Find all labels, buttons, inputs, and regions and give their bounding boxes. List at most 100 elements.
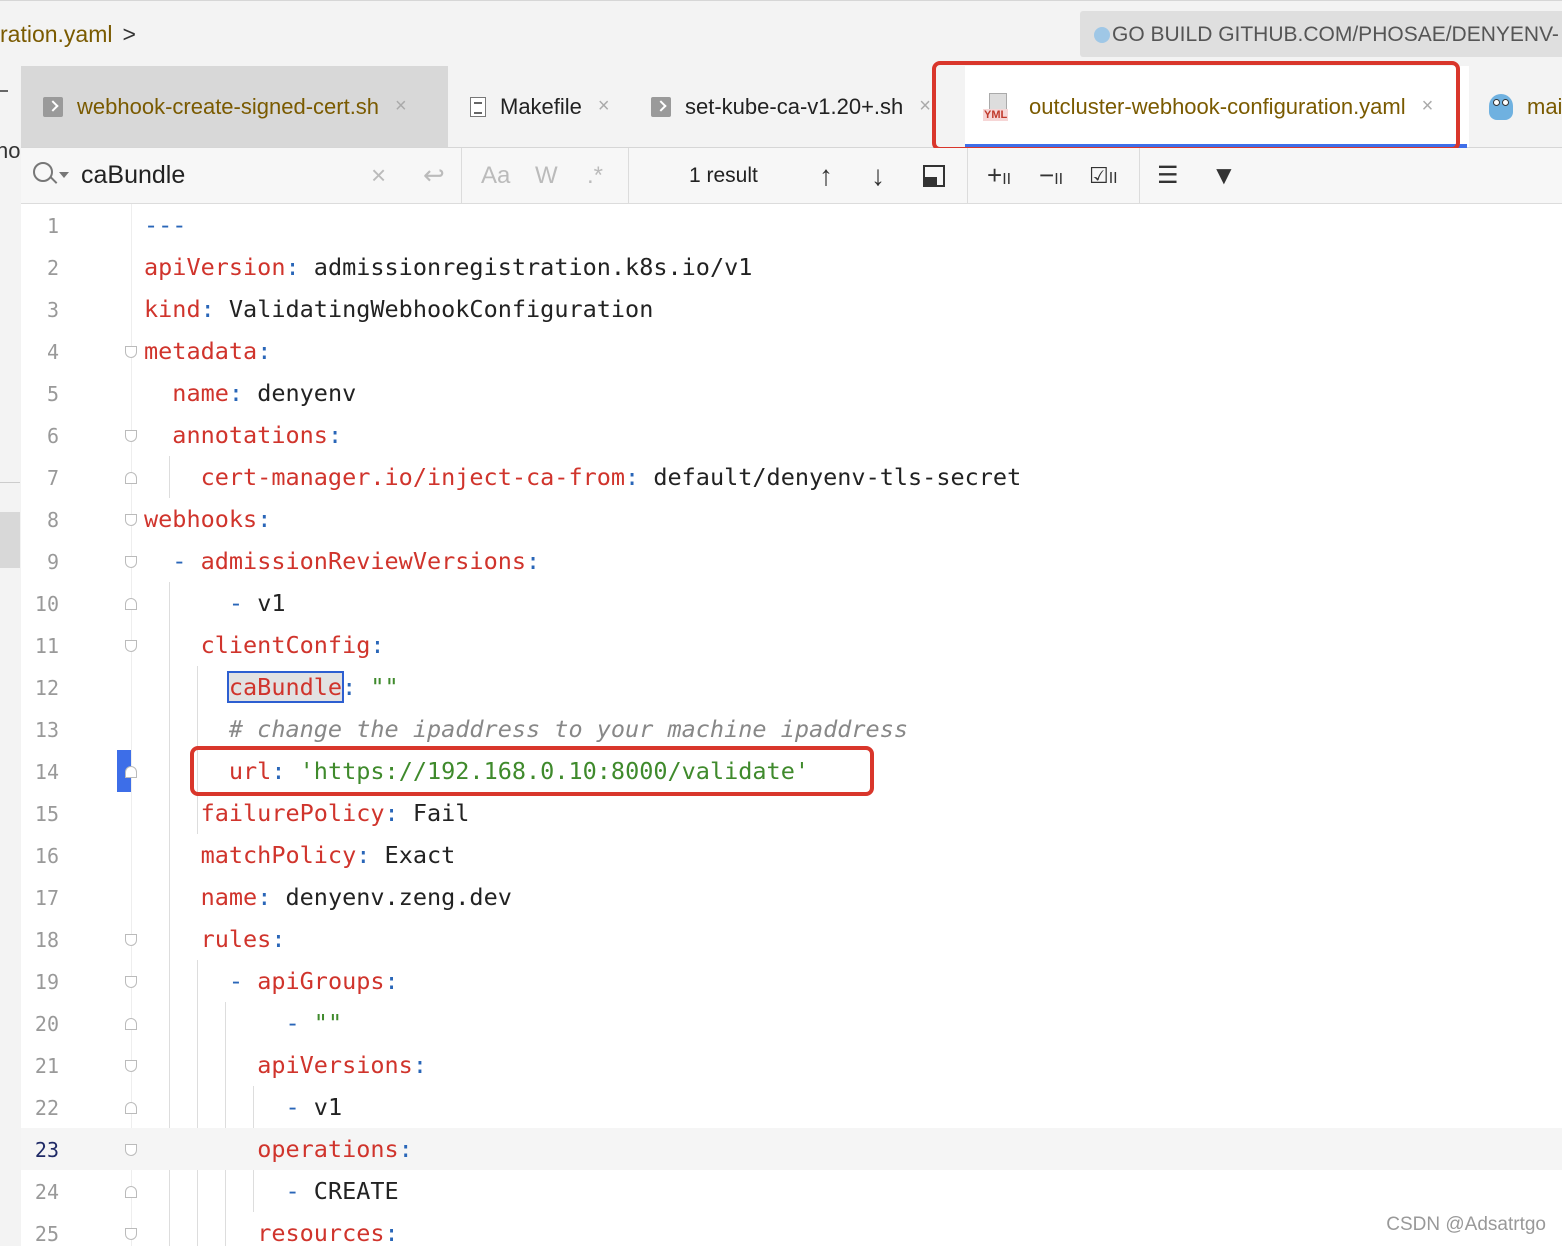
- regex-toggle[interactable]: .*: [587, 162, 603, 190]
- filter-selection-icon[interactable]: [923, 164, 945, 187]
- fold-end-icon[interactable]: [125, 598, 137, 610]
- tab-webhook-create-signed-cert[interactable]: webhook-create-signed-cert.sh ×: [21, 66, 448, 147]
- fold-icon[interactable]: [125, 1060, 137, 1072]
- line-number: 25: [34, 1222, 59, 1246]
- fold-icon[interactable]: [125, 514, 137, 526]
- line-number: 6: [46, 424, 59, 448]
- fold-end-icon[interactable]: [125, 1018, 137, 1030]
- remove-occurrence-icon[interactable]: −II: [1039, 160, 1063, 191]
- line-number: 16: [34, 844, 59, 868]
- match-case-toggle[interactable]: Aa: [481, 162, 510, 190]
- navigation-bar: ration.yaml > GO BUILD GITHUB.COM/PHOSAE/…: [0, 0, 1562, 66]
- previous-occurrence-icon[interactable]: ↑: [819, 160, 833, 192]
- code-editor[interactable]: 1 --- 2 apiVersion: admissionregistratio…: [21, 204, 1562, 1247]
- line-number: 2: [46, 256, 59, 280]
- tab-label: mai: [1527, 93, 1562, 119]
- fold-icon[interactable]: [125, 640, 137, 652]
- close-icon[interactable]: ×: [395, 95, 407, 118]
- annotation-box-url-line: [190, 746, 874, 796]
- tab-makefile[interactable]: Makefile ×: [448, 66, 625, 147]
- code-line: 8 webhooks:: [21, 498, 1562, 540]
- line-number: 15: [34, 802, 59, 826]
- search-input[interactable]: [81, 158, 371, 192]
- code-line: 4 metadata:: [21, 330, 1562, 372]
- fold-icon[interactable]: [125, 346, 137, 358]
- line-number: 13: [34, 718, 59, 742]
- add-occurrence-icon[interactable]: +II: [987, 160, 1011, 191]
- close-icon[interactable]: ×: [919, 95, 931, 118]
- clear-search-icon[interactable]: ×: [371, 160, 386, 191]
- line-number: 9: [46, 550, 59, 574]
- close-icon[interactable]: ×: [598, 95, 610, 118]
- line-number: 1: [46, 214, 59, 238]
- breadcrumb[interactable]: ration.yaml >: [0, 21, 136, 48]
- code-line: 5 name: denyenv: [21, 372, 1562, 414]
- run-configuration-label: GO BUILD GITHUB.COM/PHOSAE/DENYENV-: [1112, 23, 1559, 46]
- code-line: 13 # change the ipaddress to your machin…: [21, 708, 1562, 750]
- whole-words-toggle[interactable]: W: [535, 162, 558, 190]
- code-line: 10 - v1: [21, 582, 1562, 624]
- code-line: 17 name: denyenv.zeng.dev: [21, 876, 1562, 918]
- code-line: 24 - CREATE: [21, 1170, 1562, 1212]
- makefile-icon: [470, 96, 486, 117]
- fold-end-icon[interactable]: [125, 1102, 137, 1114]
- line-number: 22: [34, 1096, 59, 1120]
- fold-end-icon[interactable]: [125, 472, 137, 484]
- tab-set-kube-ca[interactable]: set-kube-ca-v1.20+.sh ×: [625, 66, 965, 147]
- line-number: 10: [34, 592, 59, 616]
- fold-icon[interactable]: [125, 976, 137, 988]
- fold-icon[interactable]: [125, 556, 137, 568]
- fold-end-icon[interactable]: [125, 1186, 137, 1198]
- project-panel-edge: ho: [0, 66, 22, 1246]
- line-number: 19: [34, 970, 59, 994]
- fold-icon[interactable]: [125, 1144, 137, 1156]
- fold-icon[interactable]: [125, 1228, 137, 1240]
- select-all-occurrences-icon[interactable]: ☑II: [1089, 163, 1118, 189]
- run-configuration-selector[interactable]: GO BUILD GITHUB.COM/PHOSAE/DENYENV-: [1080, 11, 1562, 57]
- line-number: 3: [46, 298, 59, 322]
- next-occurrence-icon[interactable]: ↓: [871, 160, 885, 192]
- breadcrumb-file[interactable]: ration.yaml: [0, 21, 112, 47]
- search-result-count: 1 result: [689, 163, 758, 187]
- code-line: 21 apiVersions:: [21, 1044, 1562, 1086]
- search-match-highlight: caBundle: [226, 671, 345, 703]
- chevron-right-icon: >: [122, 21, 136, 47]
- open-in-window-icon[interactable]: ☰: [1157, 161, 1179, 190]
- code-line: 22 - v1: [21, 1086, 1562, 1128]
- annotation-box-active-tab: [932, 61, 1460, 151]
- code-line: 20 - "": [21, 1002, 1562, 1044]
- collapse-icon[interactable]: [0, 90, 8, 92]
- line-number: 18: [34, 928, 59, 952]
- line-number: 5: [46, 382, 59, 406]
- line-number: 4: [46, 340, 59, 364]
- project-tree-fragment: ho: [0, 138, 21, 163]
- watermark: CSDN @Adsatrtgo: [1386, 1214, 1546, 1235]
- code-line: 16 matchPolicy: Exact: [21, 834, 1562, 876]
- line-number: 8: [46, 508, 59, 532]
- divider: [0, 482, 20, 483]
- code-line: 15 failurePolicy: Fail: [21, 792, 1562, 834]
- code-line: 25 resources:: [21, 1212, 1562, 1254]
- go-gopher-icon: [1489, 93, 1513, 120]
- search-icon[interactable]: [33, 162, 53, 182]
- tab-main-go[interactable]: mai: [1483, 66, 1562, 147]
- line-number: 24: [34, 1180, 59, 1204]
- line-number: 23: [34, 1138, 59, 1162]
- filter-icon[interactable]: ▼: [1211, 160, 1237, 191]
- tab-label: Makefile: [500, 93, 582, 119]
- code-line: 9 - admissionReviewVersions:: [21, 540, 1562, 582]
- fold-icon[interactable]: [125, 430, 137, 442]
- line-number: 21: [34, 1054, 59, 1078]
- search-history-dropdown-icon[interactable]: [59, 172, 69, 178]
- code-line: 19 - apiGroups:: [21, 960, 1562, 1002]
- new-line-icon[interactable]: ↩: [423, 160, 445, 191]
- code-line: 2 apiVersion: admissionregistration.k8s.…: [21, 246, 1562, 288]
- code-line: 1 ---: [21, 204, 1562, 246]
- fold-end-icon[interactable]: [125, 766, 137, 778]
- fold-icon[interactable]: [125, 934, 137, 946]
- project-tree-selection[interactable]: [0, 512, 20, 568]
- code-line: 18 rules:: [21, 918, 1562, 960]
- code-line: 7 cert-manager.io/inject-ca-from: defaul…: [21, 456, 1562, 498]
- code-line: 3 kind: ValidatingWebhookConfiguration: [21, 288, 1562, 330]
- line-number: 20: [34, 1012, 59, 1036]
